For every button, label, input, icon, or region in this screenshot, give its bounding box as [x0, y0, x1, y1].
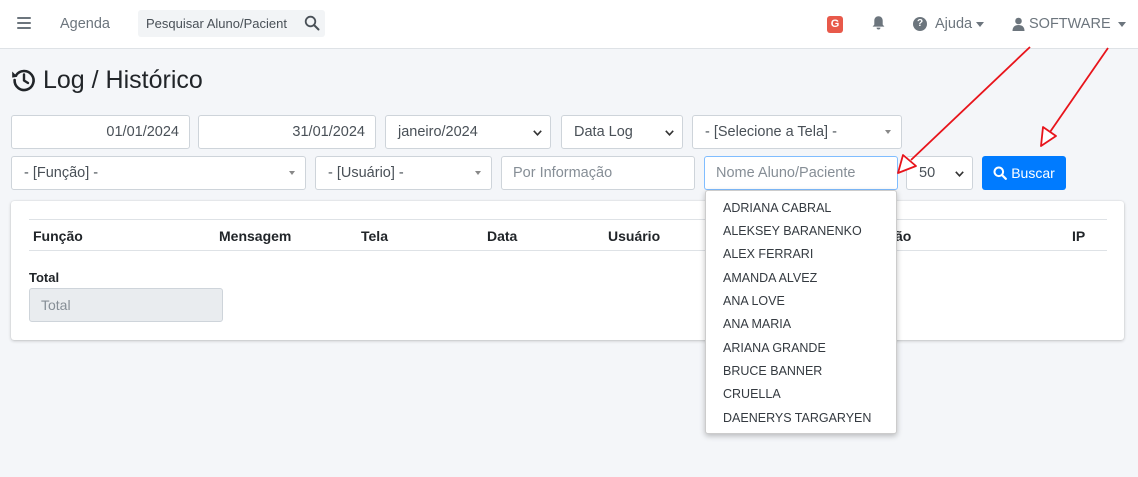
function-select[interactable]: - [Função] -	[11, 156, 306, 190]
g-extension-icon[interactable]: G	[827, 16, 843, 33]
list-item[interactable]: BRUCE BANNER	[723, 364, 822, 378]
caret-down-icon	[1117, 21, 1126, 27]
search-button[interactable]: Buscar	[982, 156, 1066, 190]
date-start-input[interactable]: 01/01/2024	[11, 115, 190, 149]
chevron-down-icon	[533, 130, 542, 136]
total-field: Total	[29, 288, 223, 322]
page-header: Log / Histórico	[11, 64, 203, 96]
history-icon	[12, 69, 35, 92]
search-button-label: Buscar	[1011, 165, 1055, 181]
function-value: - [Função] -	[24, 165, 99, 181]
date-end-value: 31/01/2024	[292, 124, 365, 140]
date-end-input[interactable]: 31/01/2024	[198, 115, 376, 149]
screen-select[interactable]: - [Selecione a Tela] -	[692, 115, 902, 149]
search-icon	[993, 166, 1008, 180]
annotation-arrow-icon	[1040, 47, 1109, 147]
list-item[interactable]: CRUELLA	[723, 387, 781, 401]
user-select[interactable]: - [Usuário] -	[315, 156, 492, 190]
column-header-screen: Tela	[361, 228, 388, 244]
user-icon	[1012, 17, 1025, 31]
navbar-search	[138, 10, 325, 37]
list-item[interactable]: AMANDA ALVEZ	[723, 271, 817, 285]
date-type-value: Data Log	[574, 124, 633, 140]
list-item[interactable]: ALEX FERRARI	[723, 247, 813, 261]
column-header-message: Mensagem	[219, 228, 292, 244]
help-icon: ?	[913, 17, 927, 31]
help-label: Ajuda	[935, 16, 973, 32]
patient-autocomplete-list: ADRIANA CABRAL ALEKSEY BARANENKO ALEX FE…	[705, 190, 897, 434]
page-size-select[interactable]: 50	[906, 156, 973, 190]
caret-down-icon	[976, 21, 985, 27]
column-header-function: Função	[33, 228, 83, 244]
results-card: Função Mensagem Tela Data Usuário ão IP …	[11, 201, 1124, 340]
date-start-value: 01/01/2024	[106, 124, 179, 140]
date-type-select[interactable]: Data Log	[561, 115, 683, 149]
info-input[interactable]	[501, 156, 695, 190]
list-item[interactable]: ARIANA GRANDE	[723, 341, 826, 355]
hamburger-icon[interactable]	[17, 17, 31, 29]
list-item[interactable]: ADRIANA CABRAL	[723, 201, 831, 215]
month-select[interactable]: janeiro/2024	[385, 115, 551, 149]
user-label: SOFTWARE	[1029, 16, 1111, 32]
patient-name-input[interactable]	[704, 156, 898, 190]
caret-down-icon	[289, 171, 295, 175]
month-value: janeiro/2024	[398, 124, 478, 140]
annotation-arrow-icon	[897, 46, 1031, 174]
user-menu[interactable]: SOFTWARE	[1012, 14, 1126, 34]
screen-value: - [Selecione a Tela] -	[705, 124, 837, 140]
column-header-action: ão	[895, 228, 912, 244]
list-item[interactable]: DAENERYS TARGARYEN	[723, 411, 871, 425]
bell-icon[interactable]	[871, 15, 886, 31]
column-header-user: Usuário	[608, 228, 661, 244]
list-item[interactable]: ALEKSEY BARANENKO	[723, 224, 862, 238]
list-item[interactable]: ANA LOVE	[723, 294, 785, 308]
navbar-search-input[interactable]	[138, 10, 298, 37]
caret-down-icon	[475, 171, 481, 175]
chevron-down-icon	[955, 171, 964, 177]
list-item[interactable]: ANA MARIA	[723, 317, 791, 331]
help-menu[interactable]: ? Ajuda	[913, 14, 985, 34]
column-header-ip: IP	[1072, 228, 1086, 244]
table-header: Função Mensagem Tela Data Usuário ão IP	[29, 219, 1107, 251]
total-label: Total	[29, 270, 60, 285]
search-icon[interactable]	[304, 15, 320, 31]
page-title: Log / Histórico	[43, 65, 203, 94]
top-navbar: Agenda G ? Ajuda SOFTWARE	[0, 0, 1138, 49]
column-header-date: Data	[487, 228, 518, 244]
user-value: - [Usuário] -	[328, 165, 404, 181]
caret-down-icon	[885, 130, 891, 134]
nav-link-agenda[interactable]: Agenda	[60, 16, 110, 32]
page-size-value: 50	[919, 165, 936, 181]
chevron-down-icon	[665, 130, 674, 136]
